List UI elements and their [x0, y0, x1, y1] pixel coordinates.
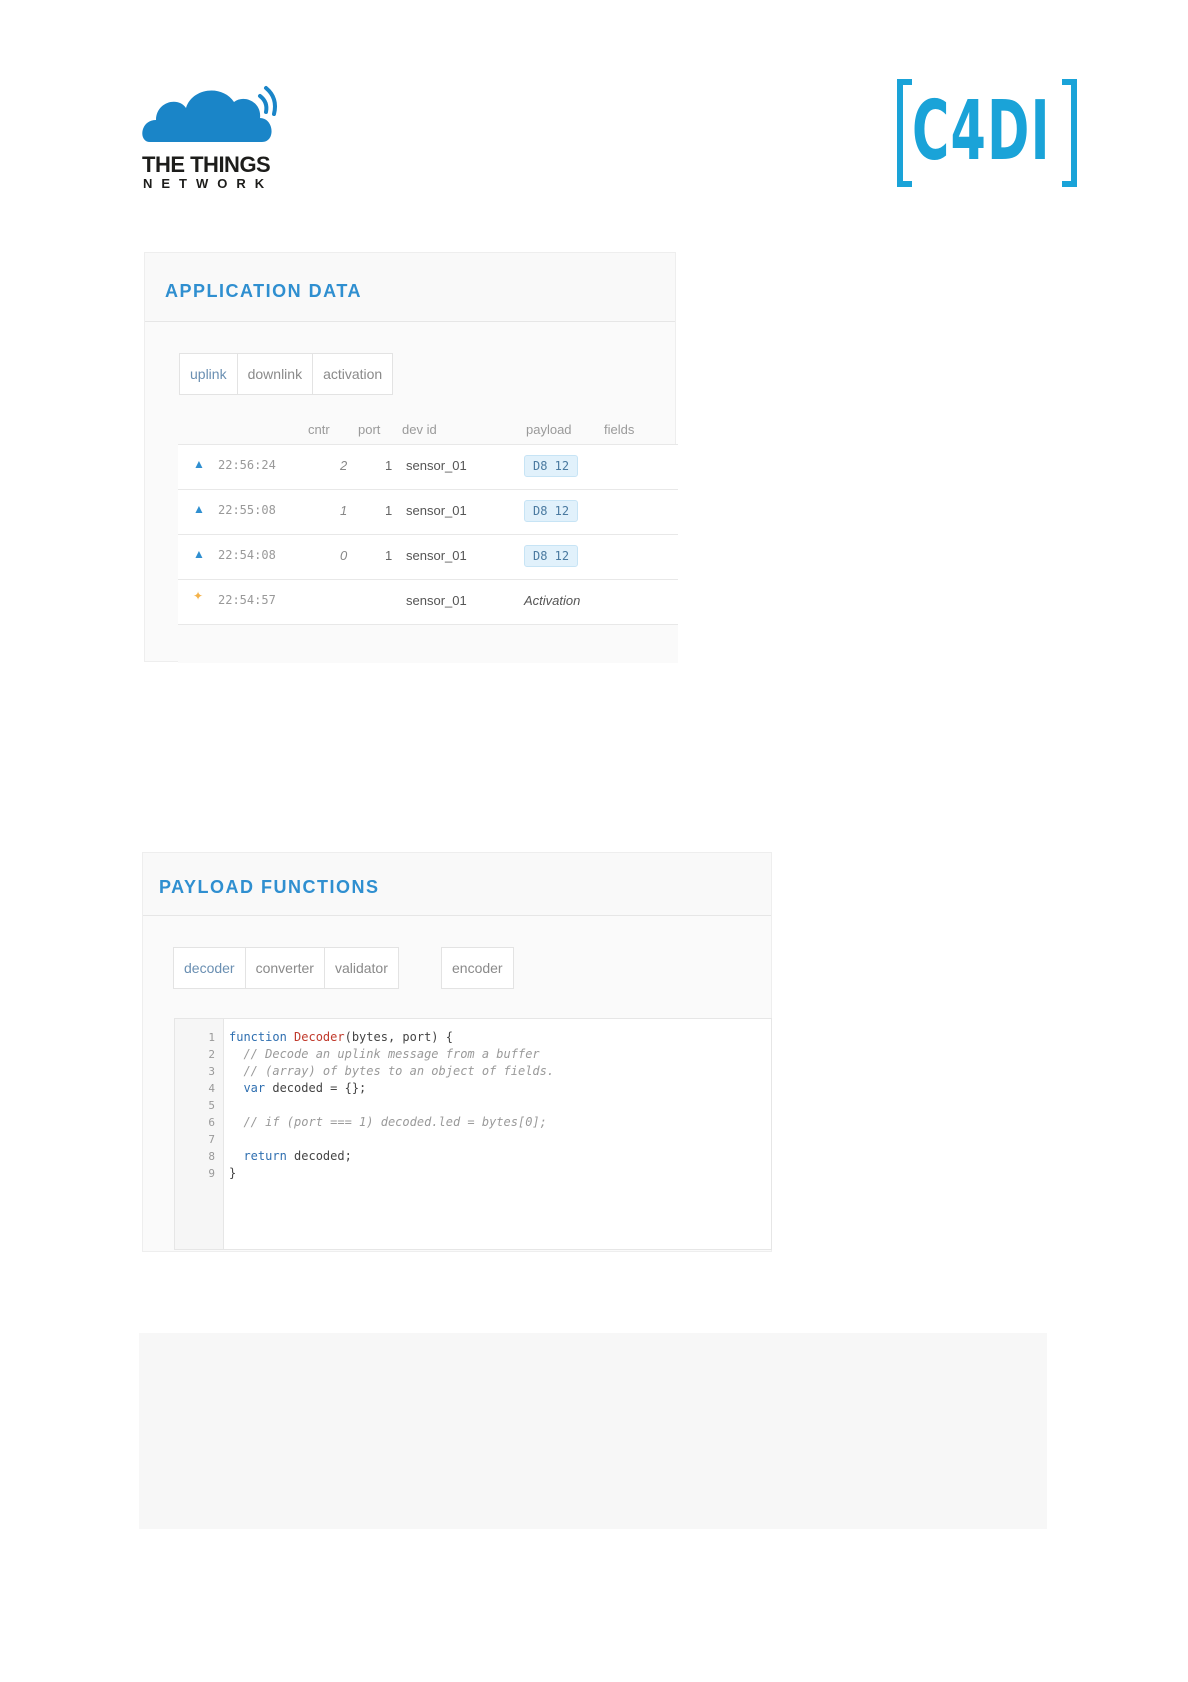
line-number: 6: [208, 1116, 215, 1129]
c4di-logo: C4DI: [896, 78, 1078, 188]
uplink-arrow-icon: ▲: [193, 457, 205, 471]
application-data-title: APPLICATION DATA: [165, 281, 362, 301]
empty-placeholder-box: [139, 1333, 1047, 1529]
row-port: 1: [385, 548, 393, 563]
application-data-tabs: uplink downlink activation: [179, 353, 394, 395]
column-header-devid: dev id: [402, 422, 437, 437]
decoder-code-editor[interactable]: 1 2 3 4 5 6 7 8 9 function Decoder(bytes…: [174, 1018, 772, 1250]
line-number: 3: [208, 1065, 215, 1078]
row-port: 1: [385, 503, 393, 518]
column-header-port: port: [358, 422, 381, 437]
tab-encoder[interactable]: encoder: [442, 948, 513, 988]
line-number: 4: [208, 1082, 215, 1095]
row-cntr: 1: [340, 503, 348, 518]
code-function-name: Decoder: [294, 1030, 345, 1044]
code-line: var decoded = {};: [229, 1081, 366, 1095]
payload-badge: D8 12: [524, 455, 579, 477]
code-text: (bytes, port) {: [344, 1030, 453, 1044]
activation-bolt-icon: ✦: [193, 589, 204, 603]
line-number-gutter: 1 2 3 4 5 6 7 8 9: [175, 1019, 224, 1249]
table-empty-row: [178, 624, 678, 663]
code-line: function Decoder(bytes, port) {: [229, 1030, 453, 1044]
row-port: 1: [385, 458, 393, 473]
ttn-logo-title: THE THINGS: [142, 152, 271, 177]
payload-badge: D8 12: [524, 545, 579, 567]
column-header-payload: payload: [526, 422, 572, 437]
row-devid: sensor_01: [406, 593, 467, 608]
column-header-fields: fields: [604, 422, 635, 437]
uplink-arrow-icon: ▲: [193, 502, 205, 516]
row-devid: sensor_01: [406, 458, 467, 473]
row-activation-label: Activation: [524, 593, 581, 608]
tab-activation[interactable]: activation: [313, 354, 392, 394]
code-keyword: return: [229, 1149, 287, 1163]
code-line: return decoded;: [229, 1149, 352, 1163]
line-number: 5: [208, 1099, 215, 1112]
payload-functions-tabs: decoder converter validator: [173, 947, 399, 989]
line-number: 9: [208, 1167, 215, 1180]
ttn-logo-subtitle: NETWORK: [143, 176, 274, 191]
row-devid: sensor_01: [406, 503, 467, 518]
payload-badge: D8 12: [524, 500, 579, 522]
row-time: 22:54:08: [218, 548, 276, 562]
tab-downlink[interactable]: downlink: [238, 354, 314, 394]
code-line: }: [229, 1166, 237, 1180]
table-row[interactable]: ▲ 22:55:08 1 1 sensor_01 D8 12: [178, 489, 678, 535]
payload-functions-encoder-tab-group: encoder: [441, 947, 514, 989]
tab-converter[interactable]: converter: [246, 948, 325, 988]
code-text: decoded;: [286, 1149, 352, 1163]
tab-decoder[interactable]: decoder: [174, 948, 246, 988]
row-cntr: 2: [340, 458, 348, 473]
code-keyword: function: [229, 1030, 287, 1044]
tab-uplink[interactable]: uplink: [180, 354, 238, 394]
code-comment: // Decode an uplink message from a buffe…: [229, 1047, 540, 1061]
code-comment: // if (port === 1) decoded.led = bytes[0…: [229, 1115, 547, 1129]
row-cntr: 0: [340, 548, 348, 563]
application-data-header: APPLICATION DATA: [145, 253, 675, 322]
line-number: 2: [208, 1048, 215, 1061]
code-comment: // (array) of bytes to an object of fiel…: [229, 1064, 555, 1078]
uplink-arrow-icon: ▲: [193, 547, 205, 561]
row-time: 22:54:57: [218, 593, 276, 607]
column-header-cntr: cntr: [308, 422, 330, 437]
tab-validator[interactable]: validator: [325, 948, 398, 988]
line-number: 1: [208, 1031, 215, 1044]
table-row[interactable]: ✦ 22:54:57 sensor_01 Activation: [178, 579, 678, 625]
code-text: decoded = {};: [265, 1081, 367, 1095]
payload-functions-title: PAYLOAD FUNCTIONS: [159, 877, 380, 897]
table-row[interactable]: ▲ 22:54:08 0 1 sensor_01 D8 12: [178, 534, 678, 580]
table-row[interactable]: ▲ 22:56:24 2 1 sensor_01 D8 12: [178, 444, 678, 490]
the-things-network-logo: THE THINGS NETWORK: [142, 80, 292, 191]
line-number: 7: [208, 1133, 215, 1146]
cloud-wifi-icon: [142, 86, 277, 142]
row-devid: sensor_01: [406, 548, 467, 563]
payload-functions-header: PAYLOAD FUNCTIONS: [143, 853, 771, 916]
code-keyword: var: [229, 1081, 266, 1095]
row-time: 22:55:08: [218, 503, 276, 517]
c4di-logo-text: C4DI: [912, 84, 1051, 179]
line-number: 8: [208, 1150, 215, 1163]
row-time: 22:56:24: [218, 458, 276, 472]
